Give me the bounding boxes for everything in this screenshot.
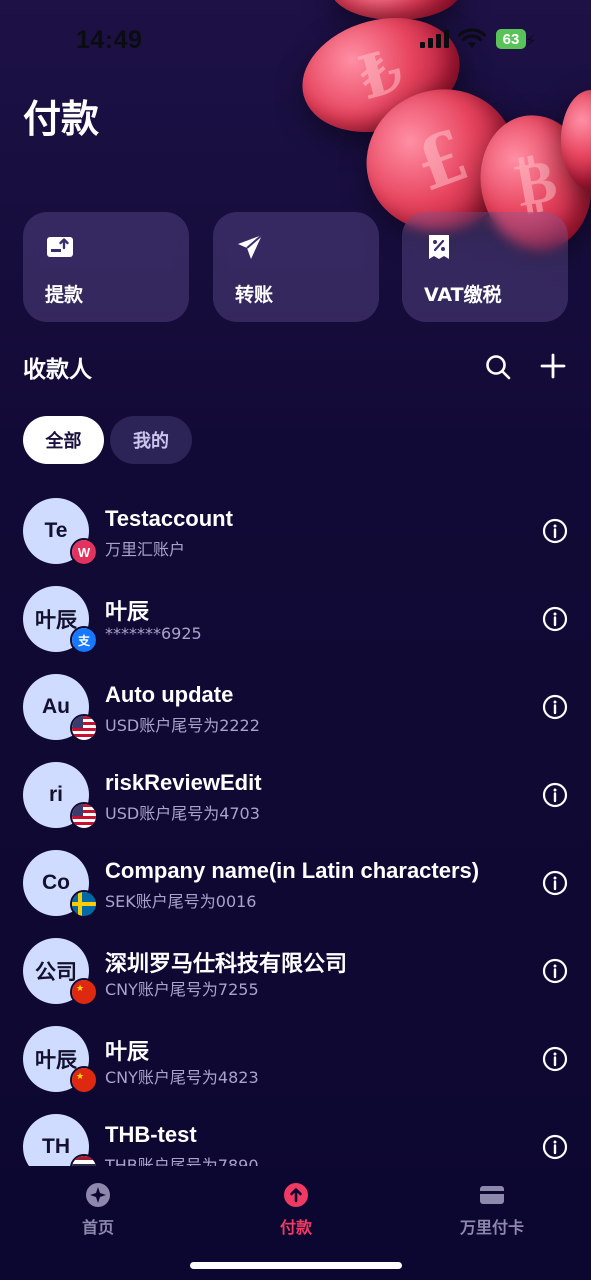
payee-account: CNY账户尾号为7255 bbox=[105, 980, 259, 999]
payee-name: Testaccount bbox=[105, 506, 233, 531]
quick-actions: 提款 转账 VAT缴税 bbox=[23, 212, 569, 322]
vat-tax-label: VAT缴税 bbox=[424, 284, 502, 306]
payee-name: Auto update bbox=[105, 682, 234, 707]
wifi-icon bbox=[458, 28, 486, 48]
us-flag-icon bbox=[70, 802, 98, 830]
info-icon[interactable] bbox=[542, 958, 568, 984]
svg-text:支: 支 bbox=[77, 633, 91, 648]
tab-card-label: 万里付卡 bbox=[459, 1218, 524, 1237]
withdraw-button[interactable]: 提款 bbox=[23, 212, 189, 322]
info-icon[interactable] bbox=[542, 1046, 568, 1072]
worldfirst-badge-icon: W bbox=[70, 538, 98, 566]
info-icon[interactable] bbox=[542, 1134, 568, 1160]
alipay-badge-icon: 支 bbox=[70, 626, 98, 654]
us-flag-icon bbox=[70, 714, 98, 742]
tab-pay-label: 付款 bbox=[279, 1218, 312, 1237]
payee-account: USD账户尾号为4703 bbox=[105, 804, 260, 823]
payee-account: SEK账户尾号为0016 bbox=[105, 892, 257, 911]
china-flag-icon: ★ bbox=[70, 978, 98, 1006]
payee-account: THB账户尾号为7890 bbox=[105, 1156, 259, 1166]
withdraw-label: 提款 bbox=[45, 284, 84, 306]
home-icon bbox=[86, 1183, 110, 1207]
payee-row[interactable]: 叶辰 支 叶辰 *******6925 bbox=[0, 576, 591, 664]
tab-home-label: 首页 bbox=[81, 1218, 114, 1237]
payee-account: USD账户尾号为2222 bbox=[105, 716, 260, 735]
payee-name: riskReviewEdit bbox=[105, 770, 262, 795]
pay-icon bbox=[284, 1183, 308, 1207]
payee-name: 深圳罗马仕科技有限公司 bbox=[105, 951, 348, 976]
tab-home[interactable]: 首页 bbox=[38, 1182, 158, 1238]
transfer-button[interactable]: 转账 bbox=[213, 212, 379, 322]
status-bar: 14:49 63 ⚡ bbox=[0, 0, 591, 80]
payee-row[interactable]: Te W Testaccount 万里汇账户 bbox=[0, 488, 591, 576]
info-icon[interactable] bbox=[542, 694, 568, 720]
info-icon[interactable] bbox=[542, 782, 568, 808]
info-icon[interactable] bbox=[542, 518, 568, 544]
payee-account: 万里汇账户 bbox=[105, 540, 186, 559]
payee-row[interactable]: TH THB-test THB账户尾号为7890 bbox=[0, 1104, 591, 1166]
send-icon bbox=[238, 234, 263, 259]
status-time: 14:49 bbox=[76, 26, 143, 54]
payee-name: 叶辰 bbox=[105, 599, 150, 624]
payee-account: *******6925 bbox=[105, 624, 202, 643]
page-title: 付款 bbox=[23, 97, 100, 141]
payee-row[interactable]: Au Auto update USD账户尾号为2222 bbox=[0, 664, 591, 752]
tab-pay[interactable]: 付款 bbox=[236, 1182, 356, 1238]
battery-indicator: 63 bbox=[496, 29, 526, 49]
vat-tax-button[interactable]: VAT缴税 bbox=[402, 212, 568, 322]
payee-row[interactable]: 叶辰 ★ 叶辰 CNY账户尾号为4823 bbox=[0, 1016, 591, 1104]
tab-card[interactable]: 万里付卡 bbox=[432, 1182, 552, 1238]
payee-name: Company name(in Latin characters) bbox=[105, 858, 480, 883]
charging-bolt-icon: ⚡ bbox=[525, 31, 537, 50]
withdraw-icon bbox=[47, 237, 73, 257]
svg-text:W: W bbox=[78, 545, 91, 560]
payee-name: THB-test bbox=[105, 1122, 197, 1147]
tax-receipt-icon bbox=[429, 235, 449, 259]
filter-mine-chip[interactable]: 我的 bbox=[110, 416, 192, 464]
search-icon[interactable] bbox=[484, 353, 512, 381]
filter-all-chip[interactable]: 全部 bbox=[23, 416, 104, 464]
cellular-signal-icon bbox=[420, 30, 449, 48]
china-flag-icon: ★ bbox=[70, 1066, 98, 1094]
payee-name: 叶辰 bbox=[105, 1039, 150, 1064]
add-payee-icon[interactable] bbox=[539, 352, 567, 380]
payees-section-title: 收款人 bbox=[23, 357, 92, 383]
card-icon bbox=[480, 1186, 504, 1204]
info-icon[interactable] bbox=[542, 606, 568, 632]
payee-row[interactable]: ri riskReviewEdit USD账户尾号为4703 bbox=[0, 752, 591, 840]
info-icon[interactable] bbox=[542, 870, 568, 896]
payee-account: CNY账户尾号为4823 bbox=[105, 1068, 259, 1087]
transfer-label: 转账 bbox=[235, 284, 274, 306]
payee-row[interactable]: 公司 ★ 深圳罗马仕科技有限公司 CNY账户尾号为7255 bbox=[0, 928, 591, 1016]
sweden-flag-icon bbox=[70, 890, 98, 918]
svg-text:★: ★ bbox=[76, 1072, 84, 1082]
svg-text:★: ★ bbox=[76, 984, 84, 994]
home-indicator bbox=[190, 1262, 402, 1269]
payee-list: Te W Testaccount 万里汇账户 叶辰 支 叶辰 *******69… bbox=[0, 488, 591, 1166]
payee-row[interactable]: Co Company name(in Latin characters) SEK… bbox=[0, 840, 591, 928]
